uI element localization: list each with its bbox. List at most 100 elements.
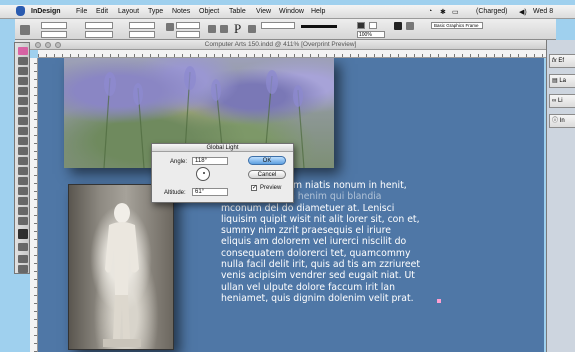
links-icon: ∞: [552, 98, 557, 104]
shear-tool-icon[interactable]: [18, 147, 28, 155]
menu-object[interactable]: Object: [199, 8, 219, 15]
x-field[interactable]: [41, 22, 67, 29]
menu-window[interactable]: Window: [279, 8, 304, 15]
preview-mode-icon[interactable]: [18, 265, 28, 273]
wifi-icon[interactable]: ◔: [428, 8, 432, 15]
hand-tool-icon[interactable]: [18, 207, 28, 215]
ok-button[interactable]: OK: [248, 156, 286, 165]
global-light-dialog: Global Light Angle: 118° Altitude: 61° O…: [151, 143, 294, 203]
pasteboard[interactable]: m niatis nonum in henit, lummoon henim q…: [38, 58, 544, 352]
minimize-window-icon[interactable]: [45, 42, 51, 48]
menu-file[interactable]: File: [76, 8, 87, 15]
free-transform-tool-icon[interactable]: [18, 157, 28, 165]
normal-view-icon[interactable]: [18, 255, 28, 263]
text-frame-p-icon[interactable]: P: [234, 21, 241, 37]
body-text-line: liquisim quipit wisit nit alit lorer sit…: [221, 213, 420, 225]
document-title-bar: Computer Arts 150.indd @ 411% [Overprint…: [15, 40, 546, 50]
scale-y-field[interactable]: [129, 31, 155, 38]
line-tool-icon[interactable]: [18, 97, 28, 105]
flip-icon[interactable]: [208, 25, 216, 33]
shear-field[interactable]: [176, 31, 200, 38]
menu-type[interactable]: Type: [148, 8, 163, 15]
battery-icon[interactable]: ▭: [452, 8, 459, 16]
effects-panel-label: Ef: [558, 58, 565, 64]
close-window-icon[interactable]: [35, 42, 41, 48]
dialog-title: Global Light: [152, 144, 293, 152]
panel-dock: fx Ef ▤ La ∞ Li ⓘ In: [546, 40, 575, 352]
body-text-line: eliquis am dolorem vel iurerci niscilit …: [221, 236, 407, 248]
body-text-line: ullan vel ulpute dolore faccum irit lan: [221, 281, 395, 293]
object-style-field[interactable]: Basic Graphics Frame: [431, 22, 483, 29]
select-container-icon[interactable]: [220, 25, 228, 33]
apply-color-icon[interactable]: [18, 243, 28, 251]
menu-app-name[interactable]: InDesign: [31, 8, 61, 15]
zoom-field[interactable]: 100%: [357, 31, 385, 38]
menu-help[interactable]: Help: [311, 8, 325, 15]
selection-tool-icon[interactable]: [18, 47, 28, 55]
rotate-icon[interactable]: [166, 23, 174, 31]
altitude-field[interactable]: 61°: [192, 188, 228, 196]
rectangle-tool-icon[interactable]: [18, 117, 28, 125]
y-field[interactable]: [41, 31, 67, 38]
rectangle-frame-tool-icon[interactable]: [18, 107, 28, 115]
body-text-line: consequatem dolorerci tet, quamcommy: [221, 247, 411, 259]
battery-status[interactable]: (Charged): [476, 8, 508, 15]
angle-field[interactable]: 118°: [192, 157, 228, 165]
rotation-field[interactable]: [176, 22, 200, 29]
type-tool-icon[interactable]: [18, 77, 28, 85]
scissors-tool-icon[interactable]: [18, 197, 28, 205]
reference-point-icon[interactable]: [20, 25, 30, 35]
preview-checkbox[interactable]: ✓: [251, 185, 257, 191]
width-field[interactable]: [85, 22, 113, 29]
horizontal-ruler[interactable]: [38, 50, 546, 58]
zoom-tool-icon[interactable]: [18, 217, 28, 225]
body-text-line: nulla facil delit irit, quis ad tis am z…: [221, 259, 420, 271]
wrap-icon[interactable]: [357, 22, 365, 29]
document-title: Computer Arts 150.indd @ 411% [Overprint…: [204, 41, 357, 48]
layers-panel-tab[interactable]: ▤ La: [549, 74, 575, 88]
roman-statue-photo[interactable]: [68, 184, 174, 350]
zoom-window-icon[interactable]: [55, 42, 61, 48]
menu-table[interactable]: Table: [229, 8, 246, 15]
text-frame-out-port[interactable]: [437, 299, 441, 303]
cancel-button[interactable]: Cancel: [248, 170, 286, 179]
clock[interactable]: Wed 8: [533, 8, 553, 15]
button-tool-icon[interactable]: [18, 187, 28, 195]
scale-x-field[interactable]: [129, 22, 155, 29]
effects-icon: fx: [552, 58, 557, 64]
rotate-tool-icon[interactable]: [18, 127, 28, 135]
fill-stroke-swatch-icon[interactable]: [18, 229, 28, 239]
pencil-tool-icon[interactable]: [18, 87, 28, 95]
fill-swatch-icon[interactable]: [248, 25, 256, 33]
eyedropper-tool-icon[interactable]: [18, 167, 28, 175]
align-icon[interactable]: [394, 22, 402, 30]
angle-dial-icon[interactable]: [196, 167, 210, 181]
distribute-icon[interactable]: [406, 22, 414, 30]
indesign-window: InDesign File Edit Layout Type Notes Obj…: [0, 0, 575, 352]
wrap-alt-icon[interactable]: [369, 22, 377, 29]
volume-icon[interactable]: ◀): [519, 8, 527, 16]
stroke-style-preview[interactable]: [301, 25, 337, 28]
menu-bar: InDesign File Edit Layout Type Notes Obj…: [0, 5, 575, 19]
menu-view[interactable]: View: [256, 8, 271, 15]
direct-selection-tool-icon[interactable]: [18, 57, 28, 65]
apple-icon[interactable]: [16, 6, 25, 16]
bluetooth-icon[interactable]: ✱: [440, 8, 446, 16]
scale-tool-icon[interactable]: [18, 137, 28, 145]
pen-tool-icon[interactable]: [18, 67, 28, 75]
angle-label: Angle:: [170, 159, 188, 165]
height-field[interactable]: [85, 31, 113, 38]
vertical-ruler[interactable]: [30, 58, 38, 352]
stroke-weight-field[interactable]: [261, 22, 295, 29]
info-panel-tab[interactable]: ⓘ In: [549, 114, 575, 128]
layers-panel-label: La: [559, 78, 567, 84]
body-text-line: mconum del do diametuer at. Lenisci: [221, 202, 395, 214]
effects-panel-tab[interactable]: fx Ef: [549, 54, 575, 68]
menu-edit[interactable]: Edit: [96, 8, 108, 15]
layers-icon: ▤: [552, 78, 558, 84]
gradient-tool-icon[interactable]: [18, 177, 28, 185]
menu-layout[interactable]: Layout: [118, 8, 139, 15]
document-page[interactable]: m niatis nonum in henit, lummoon henim q…: [38, 58, 544, 352]
menu-notes[interactable]: Notes: [172, 8, 190, 15]
links-panel-tab[interactable]: ∞ Li: [549, 94, 575, 108]
